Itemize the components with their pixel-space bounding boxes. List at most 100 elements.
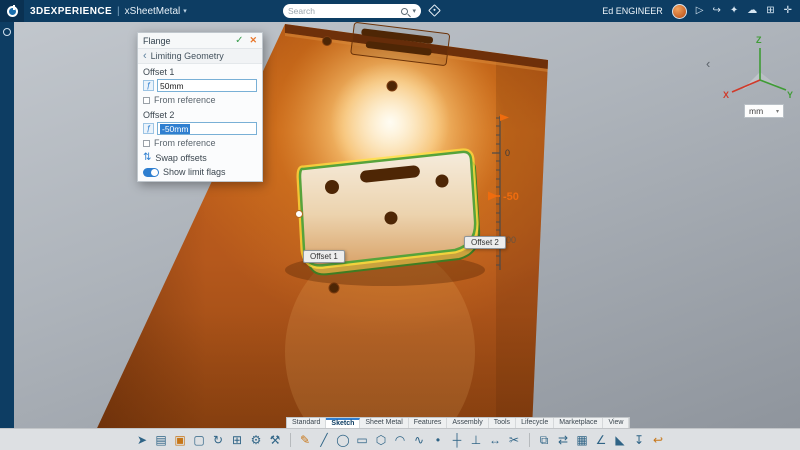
offset1-value: 50mm bbox=[160, 81, 184, 91]
brand-title: 3DEXPERIENCE bbox=[30, 6, 112, 17]
dimension-tool-icon[interactable]: ↔ bbox=[488, 430, 503, 450]
apps-grid-icon[interactable]: ⊞ bbox=[766, 0, 774, 22]
refresh-icon[interactable]: ↻ bbox=[211, 430, 226, 450]
hole-lower[interactable] bbox=[329, 283, 339, 293]
hole-center[interactable] bbox=[387, 81, 397, 91]
tab-features[interactable]: Features bbox=[409, 418, 448, 428]
topbar-right-cluster: Ed ENGINEER ▷ ↪ ✦ ☁ ⊞ ✛ bbox=[602, 0, 792, 22]
line-tool-icon[interactable]: ╱ bbox=[317, 430, 332, 450]
units-caret-icon: ▾ bbox=[776, 108, 779, 115]
search-icon[interactable] bbox=[401, 8, 408, 15]
show-limit-flags-label: Show limit flags bbox=[163, 167, 226, 177]
capture-icon[interactable]: ▢ bbox=[192, 430, 207, 450]
back-chevron-icon[interactable]: ‹ bbox=[143, 51, 147, 62]
axis-y-label: Y bbox=[787, 90, 793, 100]
offset2-label: Offset 2 bbox=[138, 107, 262, 121]
search-placeholder: Search bbox=[288, 6, 397, 16]
tab-sketch[interactable]: Sketch bbox=[326, 418, 360, 428]
trim-tool-icon[interactable]: ✂ bbox=[507, 430, 522, 450]
offset2-from-reference-label: From reference bbox=[154, 138, 216, 148]
units-dropdown[interactable]: mm ▾ bbox=[744, 104, 784, 118]
sidebar-compass-icon[interactable] bbox=[3, 28, 11, 36]
action-toolbar: ➤ ▤ ▣ ▢ ↻ ⊞ ⚙ ⚒ ✎ ╱ ◯ ▭ ⬡ ◠ ∿ • ┼ ⊥ ↔ ✂ … bbox=[0, 428, 800, 450]
share-icon[interactable]: ↪ bbox=[712, 0, 720, 22]
panel-collapse-chevron[interactable]: ‹ bbox=[706, 56, 710, 71]
close-button[interactable]: ✕ bbox=[249, 35, 257, 46]
rectangle-tool-icon[interactable]: ▭ bbox=[355, 430, 370, 450]
user-name[interactable]: Ed ENGINEER bbox=[602, 6, 663, 16]
grid-snap-icon[interactable]: ⊞ bbox=[230, 430, 245, 450]
offset2-value: -50mm bbox=[160, 124, 190, 134]
search-caret-icon[interactable]: ▾ bbox=[412, 7, 416, 15]
formula-icon[interactable]: ƒ bbox=[143, 123, 154, 134]
tab-lifecycle[interactable]: Lifecycle bbox=[516, 418, 554, 428]
tab-marketplace[interactable]: Marketplace bbox=[554, 418, 603, 428]
flange-hole-left[interactable] bbox=[325, 180, 339, 194]
avatar[interactable] bbox=[672, 4, 687, 19]
compass-icon bbox=[7, 6, 18, 17]
3ds-logo[interactable] bbox=[0, 0, 24, 22]
swap-offsets-label: Swap offsets bbox=[155, 153, 206, 163]
app-caret-icon[interactable]: ▾ bbox=[183, 7, 187, 15]
units-value: mm bbox=[749, 106, 763, 116]
top-bar: 3DEXPERIENCE | xSheetMetal ▾ Search ▾ Ed… bbox=[0, 0, 800, 22]
pattern-tool-icon[interactable]: ▦ bbox=[575, 430, 590, 450]
offset-tool-icon[interactable]: ⧉ bbox=[537, 430, 552, 450]
polygon-tool-icon[interactable]: ⬡ bbox=[374, 430, 389, 450]
cloud-icon[interactable]: ☁ bbox=[747, 0, 757, 22]
project-tool-icon[interactable]: ↧ bbox=[632, 430, 647, 450]
dialog-titlebar[interactable]: Flange ✓ ✕ bbox=[138, 33, 262, 49]
axis-triad[interactable]: Z X Y bbox=[722, 32, 794, 100]
circle-tool-icon[interactable]: ◯ bbox=[336, 430, 351, 450]
chamfer-tool-icon[interactable]: ◣ bbox=[613, 430, 628, 450]
corner-tool-icon[interactable]: ∠ bbox=[594, 430, 609, 450]
show-limit-flags-toggle[interactable] bbox=[143, 168, 159, 177]
spline-tool-icon[interactable]: ∿ bbox=[412, 430, 427, 450]
tooltip-offset1: Offset 1 bbox=[303, 250, 345, 263]
add-icon[interactable]: ✛ bbox=[784, 0, 792, 22]
toolbar-divider bbox=[529, 433, 530, 447]
clipboard-icon[interactable]: ▤ bbox=[154, 430, 169, 450]
mirror-tool-icon[interactable]: ⇄ bbox=[556, 430, 571, 450]
ok-button[interactable]: ✓ bbox=[235, 35, 243, 46]
save-icon[interactable]: ▣ bbox=[173, 430, 188, 450]
dialog-title: Flange bbox=[143, 36, 235, 46]
tab-tools[interactable]: Tools bbox=[489, 418, 516, 428]
limiting-geometry-section[interactable]: ‹ Limiting Geometry bbox=[138, 49, 262, 64]
offset2-from-reference-checkbox[interactable] bbox=[143, 140, 150, 147]
flange-hole-bottom[interactable] bbox=[385, 212, 398, 225]
point-tool-icon[interactable]: • bbox=[431, 430, 446, 450]
hole-top-left[interactable] bbox=[323, 37, 332, 46]
axis-z-label: Z bbox=[756, 35, 762, 45]
constraint-tool-icon[interactable]: ⊥ bbox=[469, 430, 484, 450]
swap-offsets-button[interactable]: ⇅ Swap offsets bbox=[138, 150, 262, 165]
offset1-from-reference-checkbox[interactable] bbox=[143, 97, 150, 104]
3d-viewport[interactable]: 0 -50 -100 Offset 1 Offset 2 bbox=[0, 22, 800, 450]
flange-manipulator-point[interactable] bbox=[296, 211, 303, 218]
exit-app-icon[interactable]: ↩ bbox=[651, 430, 666, 450]
tab-assembly[interactable]: Assembly bbox=[447, 418, 488, 428]
select-cursor-icon[interactable]: ➤ bbox=[135, 430, 150, 450]
formula-icon[interactable]: ƒ bbox=[143, 80, 154, 91]
offset2-input[interactable]: -50mm bbox=[157, 122, 257, 135]
tab-sheet-metal[interactable]: Sheet Metal bbox=[360, 418, 408, 428]
offset1-input[interactable]: 50mm bbox=[157, 79, 257, 92]
tools-icon[interactable]: ⚒ bbox=[268, 430, 283, 450]
axis-x-label: X bbox=[723, 90, 729, 100]
search-input[interactable]: Search ▾ bbox=[283, 4, 421, 18]
sketch-pencil-icon[interactable]: ✎ bbox=[298, 430, 313, 450]
tab-view[interactable]: View bbox=[603, 418, 629, 428]
flange-hole-right[interactable] bbox=[436, 175, 449, 188]
tag-icon[interactable] bbox=[428, 4, 441, 17]
swap-icon: ⇅ bbox=[143, 152, 151, 163]
axis-tool-icon[interactable]: ┼ bbox=[450, 430, 465, 450]
app-name[interactable]: xSheetMetal bbox=[125, 6, 181, 17]
play-icon[interactable]: ▷ bbox=[696, 0, 704, 22]
settings-gear-icon[interactable]: ⚙ bbox=[249, 430, 264, 450]
brand-divider: | bbox=[117, 6, 120, 17]
flange-dialog: Flange ✓ ✕ ‹ Limiting Geometry Offset 1 … bbox=[137, 32, 263, 182]
tab-standard[interactable]: Standard bbox=[287, 418, 326, 428]
favorites-icon[interactable]: ✦ bbox=[730, 0, 738, 22]
3d-scene: 0 -50 -100 bbox=[0, 22, 800, 450]
arc-tool-icon[interactable]: ◠ bbox=[393, 430, 408, 450]
